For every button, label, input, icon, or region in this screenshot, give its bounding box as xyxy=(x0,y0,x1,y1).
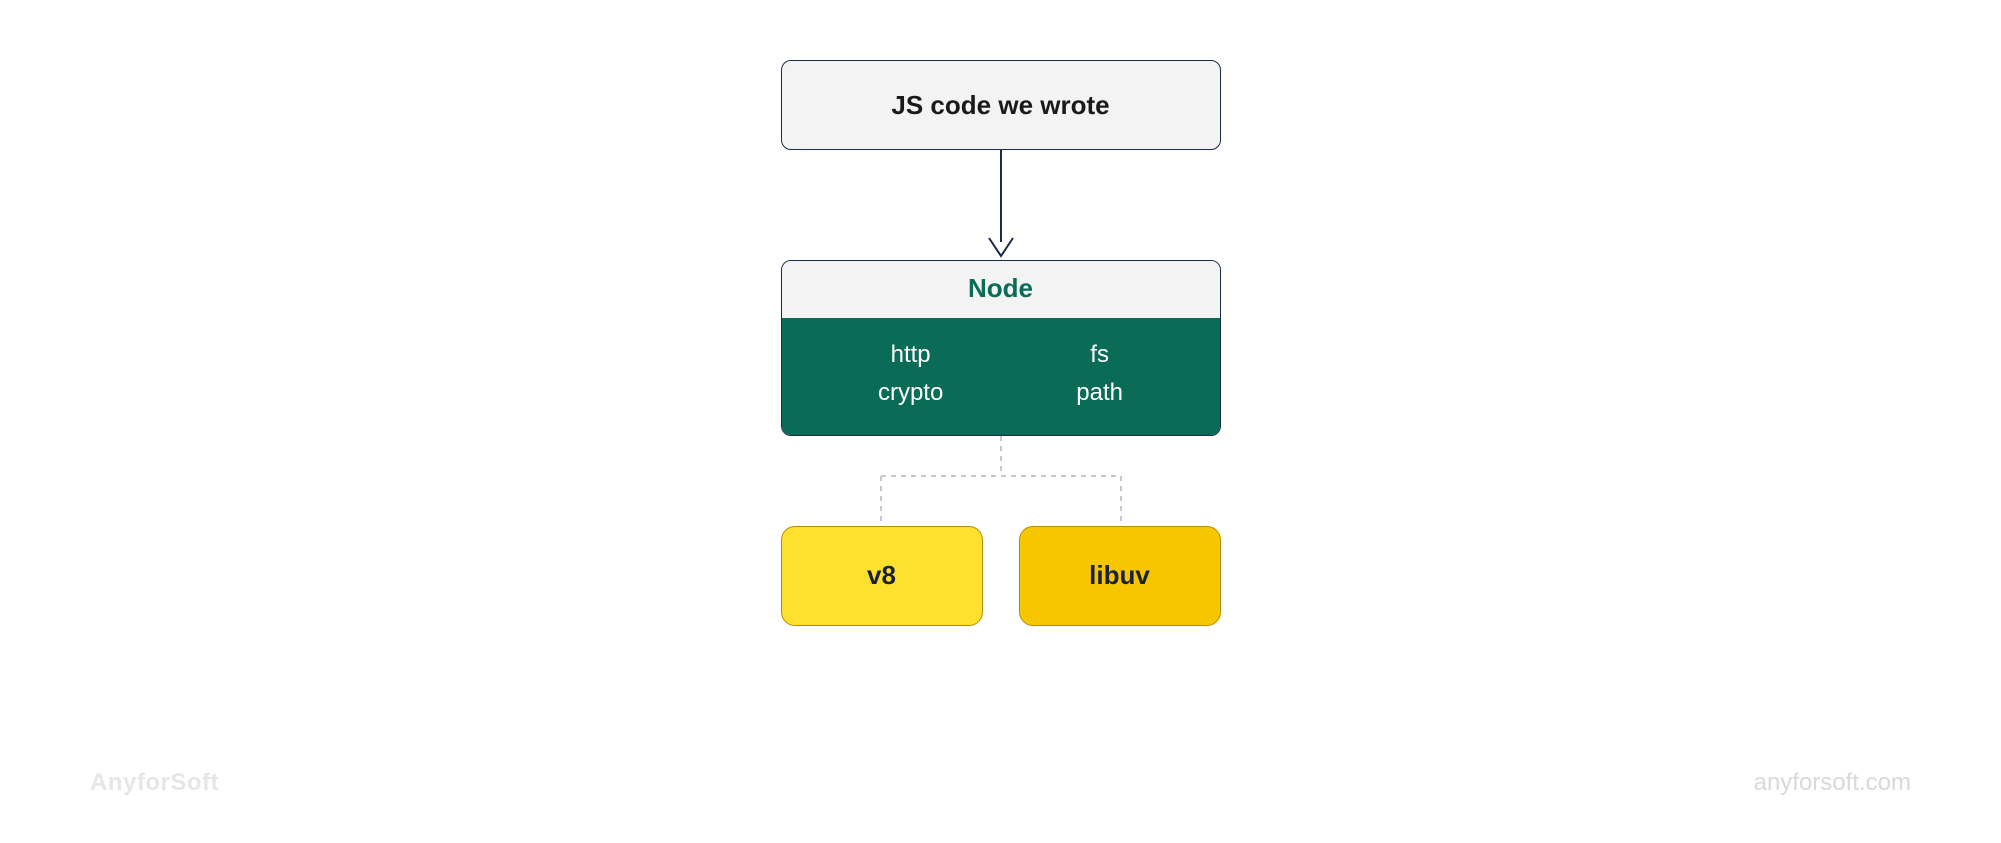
node-header: Node xyxy=(782,261,1220,318)
node-modules-col1: http crypto xyxy=(878,336,943,413)
footer-url: anyforsoft.com xyxy=(1754,769,1911,797)
footer-brand: AnyforSoft xyxy=(90,769,219,797)
v8-label: v8 xyxy=(867,560,896,591)
libuv-box: libuv xyxy=(1019,526,1221,626)
js-code-label: JS code we wrote xyxy=(891,90,1109,121)
node-modules-body: http crypto fs path xyxy=(782,318,1220,435)
dependencies-row: v8 libuv xyxy=(781,526,1221,626)
js-code-box: JS code we wrote xyxy=(781,60,1221,150)
node-box: Node http crypto fs path xyxy=(781,260,1221,436)
dashed-connector xyxy=(781,436,1221,526)
libuv-label: libuv xyxy=(1089,560,1150,591)
node-module-crypto: crypto xyxy=(878,374,943,412)
footer-brand-label: AnyforSoft xyxy=(90,769,219,796)
node-module-fs: fs xyxy=(1090,336,1109,374)
architecture-diagram: JS code we wrote Node http crypto fs pat… xyxy=(741,60,1261,626)
node-header-label: Node xyxy=(968,273,1033,303)
node-module-http: http xyxy=(891,336,931,374)
node-modules-col2: fs path xyxy=(1076,336,1123,413)
v8-box: v8 xyxy=(781,526,983,626)
arrow-down-icon xyxy=(981,150,1021,260)
node-module-path: path xyxy=(1076,374,1123,412)
footer-url-label: anyforsoft.com xyxy=(1754,769,1911,796)
